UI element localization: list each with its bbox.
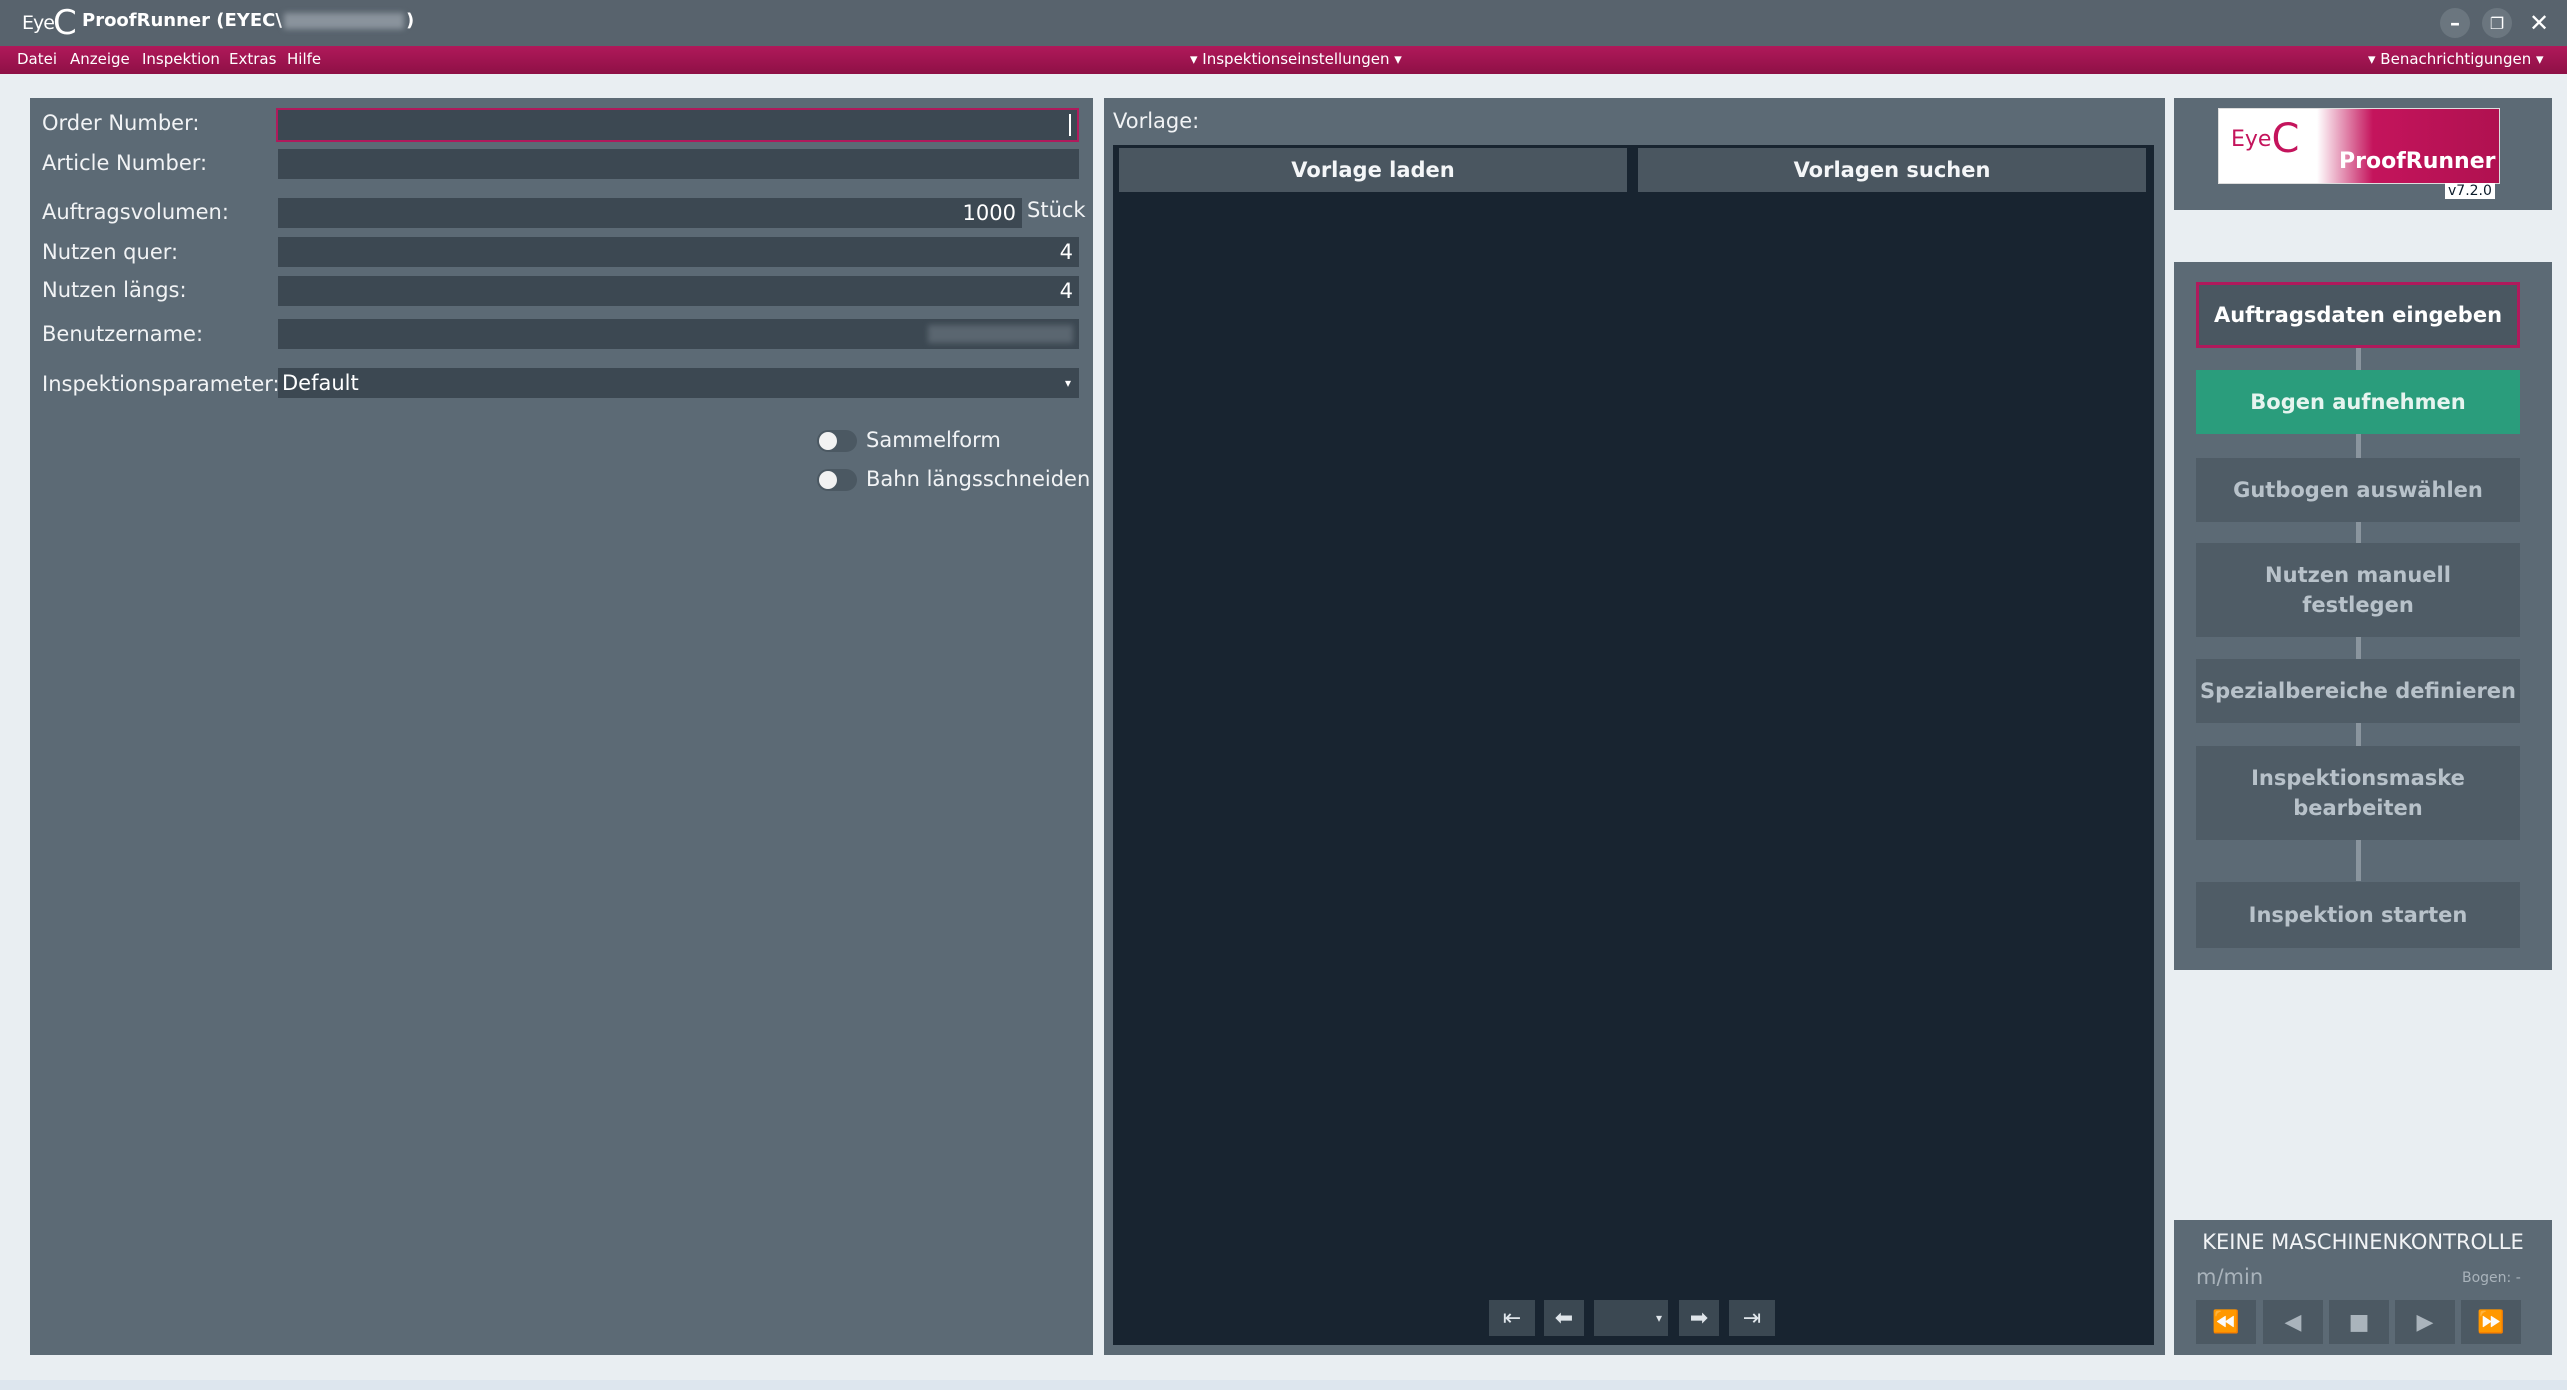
menu-notifications[interactable]: ▾ Benachrichtigungen ▾	[2368, 50, 2544, 68]
username-label: Benutzername:	[42, 322, 204, 346]
workflow-connector	[2356, 433, 2361, 459]
app-logo: Eye C	[22, 6, 77, 40]
inspection-params-select[interactable]: Default ▾	[278, 368, 1079, 398]
window-title-prefix: ProofRunner (EYEC\	[82, 10, 282, 31]
fast-forward-button[interactable]: ⏩	[2461, 1300, 2521, 1344]
template-label: Vorlage:	[1113, 109, 1200, 133]
workflow-connector	[2356, 720, 2361, 748]
logo-eye-text: Eye	[22, 12, 55, 34]
last-page-icon: ⇥	[1742, 1305, 1762, 1331]
sheet-counter: Bogen: -	[2462, 1270, 2521, 1286]
menu-extras[interactable]: Extras	[229, 50, 276, 68]
play-reverse-icon: ◀	[2284, 1309, 2302, 1335]
order-volume-unit: Stück	[1027, 198, 1086, 222]
workflow-connector	[2356, 836, 2361, 881]
order-volume-input[interactable]: 1000	[278, 198, 1022, 228]
article-number-input[interactable]	[278, 149, 1079, 179]
brand-product-name: ProofRunner	[2339, 149, 2496, 174]
minimize-icon: –	[2450, 11, 2460, 35]
minimize-button[interactable]: –	[2440, 8, 2470, 38]
bahn-toggle[interactable]	[817, 469, 857, 491]
brand-logo-c: C	[2271, 116, 2300, 162]
order-number-input[interactable]	[276, 108, 1079, 142]
fast-forward-icon: ⏩	[2477, 1309, 2505, 1335]
first-page-button[interactable]: ⇤	[1489, 1300, 1535, 1336]
stop-button[interactable]: ■	[2329, 1300, 2389, 1344]
restore-button[interactable]: ❐	[2482, 8, 2512, 38]
last-page-button[interactable]: ⇥	[1729, 1300, 1775, 1336]
logo-c-text: C	[52, 3, 77, 43]
step-define-special-areas[interactable]: Spezialbereiche definieren	[2196, 659, 2520, 723]
menu-inspektion[interactable]: Inspektion	[142, 50, 220, 68]
ups-along-label: Nutzen längs:	[42, 278, 187, 302]
play-icon: ▶	[2416, 1309, 2434, 1335]
window-title: ProofRunner (EYEC\)	[82, 10, 414, 31]
toggle-knob	[819, 432, 837, 450]
username-redacted	[928, 325, 1073, 343]
arrow-left-icon: ⬅	[1554, 1305, 1574, 1331]
menu-anzeige[interactable]: Anzeige	[70, 50, 130, 68]
ups-across-input[interactable]: 4	[278, 237, 1079, 267]
rewind-button[interactable]: ⏪	[2196, 1300, 2256, 1344]
menu-inspection-settings[interactable]: ▾ Inspektionseinstellungen ▾	[1190, 50, 1402, 68]
workflow-connector	[2356, 521, 2361, 543]
step-define-ups-manually[interactable]: Nutzen manuell festlegen	[2196, 543, 2520, 637]
ups-along-input[interactable]: 4	[278, 276, 1079, 306]
workflow-connector	[2356, 636, 2361, 660]
arrow-right-icon: ➡	[1689, 1305, 1709, 1331]
search-templates-button[interactable]: Vorlagen suchen	[1638, 148, 2146, 192]
dropdown-arrow-icon: ▾	[1064, 376, 1071, 390]
order-volume-label: Auftragsvolumen:	[42, 200, 229, 224]
close-icon: ✕	[2528, 9, 2550, 37]
article-number-label: Article Number:	[42, 151, 208, 175]
inspection-params-label: Inspektionsparameter:	[42, 372, 280, 396]
brand-logo-mark: Eye C	[2231, 119, 2299, 159]
order-number-label: Order Number:	[42, 111, 200, 135]
step-start-inspection[interactable]: Inspektion starten	[2196, 882, 2520, 948]
first-page-icon: ⇤	[1502, 1305, 1522, 1331]
menu-hilfe[interactable]: Hilfe	[287, 50, 321, 68]
menu-datei[interactable]: Datei	[17, 50, 57, 68]
redacted-user	[283, 13, 404, 29]
rewind-icon: ⏪	[2212, 1309, 2240, 1335]
brand-logo-eye: Eye	[2231, 126, 2272, 152]
bahn-label: Bahn längsschneiden	[866, 467, 1091, 491]
page-select[interactable]: ▾	[1594, 1300, 1668, 1336]
username-input[interactable]	[278, 319, 1079, 349]
ups-along-value: 4	[1059, 279, 1073, 303]
version-label: v7.2.0	[2445, 183, 2495, 199]
ups-across-label: Nutzen quer:	[42, 240, 179, 264]
step-enter-order-data[interactable]: Auftragsdaten eingeben	[2196, 282, 2520, 348]
inspection-params-value: Default	[282, 371, 359, 395]
step-edit-inspection-mask[interactable]: Inspektionsmaske bearbeiten	[2196, 746, 2520, 840]
restore-icon: ❐	[2489, 13, 2505, 33]
ups-across-value: 4	[1059, 240, 1073, 264]
toggle-knob	[819, 471, 837, 489]
brand-logo: Eye C ProofRunner	[2218, 108, 2500, 184]
dropdown-arrow-icon: ▾	[1655, 1311, 1662, 1325]
reverse-button[interactable]: ◀	[2263, 1300, 2323, 1344]
window-title-suffix: )	[405, 10, 415, 31]
next-page-button[interactable]: ➡	[1679, 1300, 1719, 1336]
sammelform-label: Sammelform	[866, 428, 1001, 452]
taskbar-strip	[0, 1380, 2567, 1390]
close-button[interactable]: ✕	[2524, 8, 2554, 38]
speed-unit: m/min	[2196, 1265, 2264, 1289]
step-select-good-sheet[interactable]: Gutbogen auswählen	[2196, 458, 2520, 522]
order-volume-value: 1000	[962, 201, 1016, 225]
template-viewer[interactable]	[1113, 145, 2154, 1345]
text-caret	[1069, 114, 1071, 136]
load-template-button[interactable]: Vorlage laden	[1119, 148, 1627, 192]
play-button[interactable]: ▶	[2395, 1300, 2455, 1344]
previous-page-button[interactable]: ⬅	[1544, 1300, 1584, 1336]
step-capture-sheet[interactable]: Bogen aufnehmen	[2196, 370, 2520, 434]
sammelform-toggle[interactable]	[817, 430, 857, 452]
stop-icon: ■	[2348, 1309, 2370, 1335]
machine-status: KEINE MASCHINENKONTROLLE	[2202, 1230, 2524, 1254]
